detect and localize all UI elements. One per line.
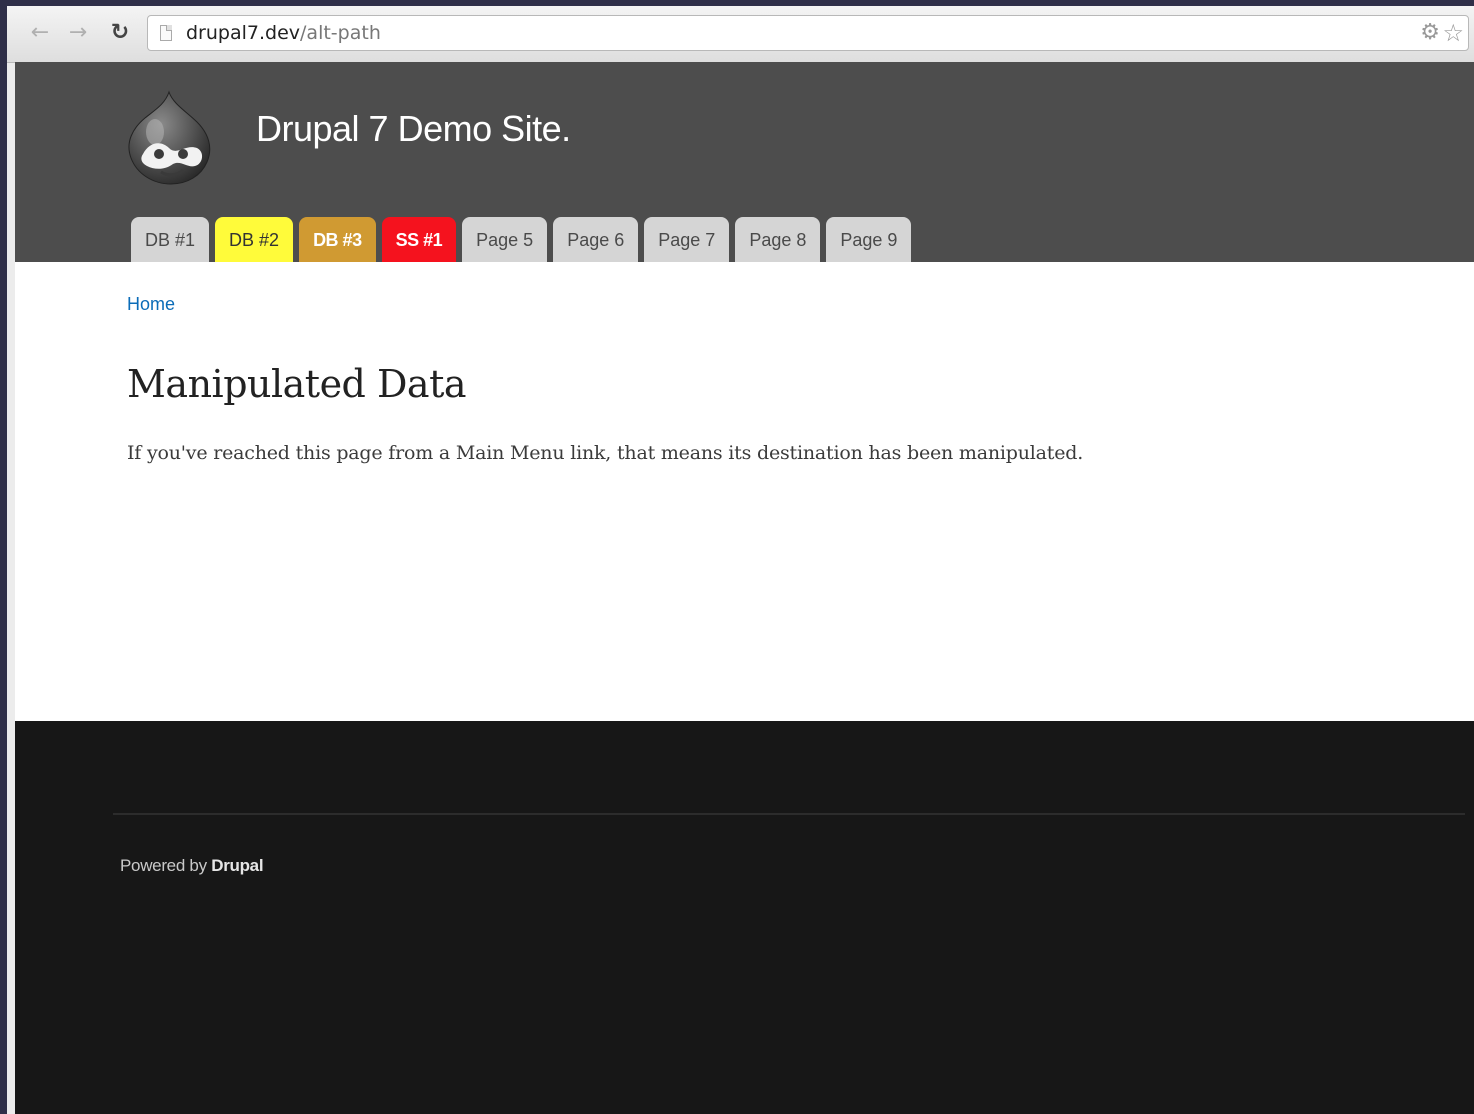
site-header: Drupal 7 Demo Site. DB #1 DB #2 DB #3 SS… xyxy=(15,62,1474,262)
address-bar[interactable]: drupal7.dev/alt-path ⚙ ☆ xyxy=(147,15,1469,51)
url-host: drupal7.dev xyxy=(186,22,301,44)
url-path: /alt-path xyxy=(300,22,381,44)
menu-tab-db-2[interactable]: DB #2 xyxy=(215,217,294,262)
browser-window: ← → ↻ drupal7.dev/alt-path ⚙ ☆ Drupal 7 … xyxy=(7,6,1474,1114)
page-icon xyxy=(160,25,172,41)
menu-tab-page-6[interactable]: Page 6 xyxy=(553,217,639,262)
back-arrow-icon[interactable]: ← xyxy=(27,20,53,46)
gear-icon[interactable]: ⚙ xyxy=(1420,21,1440,45)
main-content: Home Manipulated Data If you've reached … xyxy=(15,262,1474,721)
menu-tab-db-1[interactable]: DB #1 xyxy=(131,217,210,262)
menu-tab-page-7[interactable]: Page 7 xyxy=(644,217,730,262)
url-text[interactable]: drupal7.dev/alt-path xyxy=(186,22,381,44)
powered-by-text: Powered by Drupal xyxy=(120,856,264,876)
page-title: Manipulated Data xyxy=(127,362,467,406)
powered-by-prefix: Powered by xyxy=(120,856,207,875)
menu-tab-page-9[interactable]: Page 9 xyxy=(826,217,912,262)
forward-arrow-icon[interactable]: → xyxy=(65,20,91,46)
main-menu: DB #1 DB #2 DB #3 SS #1 Page 5 Page 6 Pa… xyxy=(131,217,912,262)
browser-toolbar: ← → ↻ drupal7.dev/alt-path ⚙ ☆ xyxy=(7,6,1474,63)
reload-icon[interactable]: ↻ xyxy=(107,20,133,46)
menu-tab-page-8[interactable]: Page 8 xyxy=(735,217,821,262)
footer-divider xyxy=(113,813,1465,815)
site-footer: Powered by Drupal xyxy=(15,721,1474,1114)
drupal-link[interactable]: Drupal xyxy=(211,856,263,875)
star-icon[interactable]: ☆ xyxy=(1442,20,1464,46)
drupal-drop-icon[interactable] xyxy=(125,90,215,186)
site-name[interactable]: Drupal 7 Demo Site. xyxy=(256,108,571,150)
menu-tab-ss-1[interactable]: SS #1 xyxy=(381,217,457,262)
breadcrumb-home-link[interactable]: Home xyxy=(127,294,175,315)
page-body-text: If you've reached this page from a Main … xyxy=(127,442,1084,464)
menu-tab-page-5[interactable]: Page 5 xyxy=(462,217,548,262)
menu-tab-db-3[interactable]: DB #3 xyxy=(299,217,376,262)
